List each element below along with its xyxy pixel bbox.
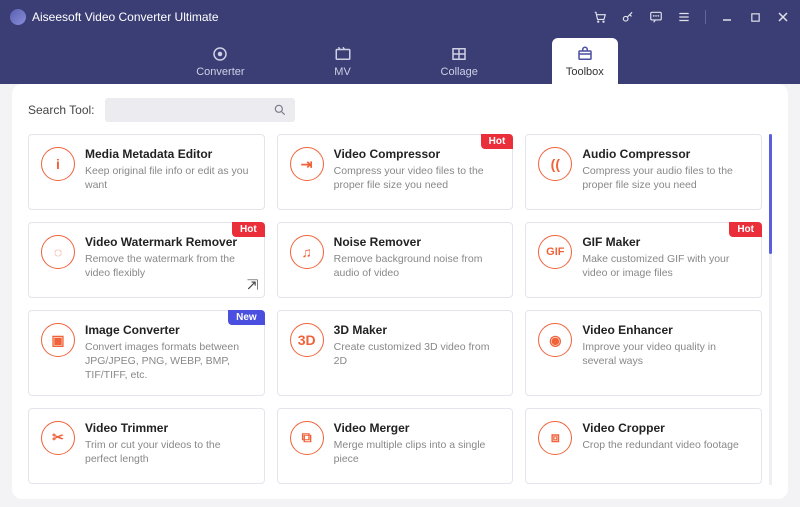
tool-card[interactable]: 3D 3D Maker Create customized 3D video fro… <box>277 310 514 396</box>
tool-icon: ♫ <box>290 235 324 269</box>
tool-desc: Compress your video files to the proper … <box>334 164 501 192</box>
tool-card[interactable]: (( Audio Compressor Compress your audio fi… <box>525 134 762 210</box>
tool-icon: ▣ <box>41 323 75 357</box>
tool-desc: Create customized 3D video from 2D <box>334 340 501 368</box>
tool-title: Video Watermark Remover <box>85 235 252 249</box>
toolbox-icon <box>575 45 595 63</box>
tool-title: Video Cropper <box>582 421 749 435</box>
menu-icon[interactable] <box>677 10 691 24</box>
tool-title: Video Compressor <box>334 147 501 161</box>
tool-title: Audio Compressor <box>582 147 749 161</box>
tool-card[interactable]: New ▣ Image Converter Convert images format… <box>28 310 265 396</box>
tool-icon: (( <box>538 147 572 181</box>
tool-desc: Remove the watermark from the video flex… <box>85 252 252 280</box>
toolbox-panel: Search Tool: i Media Metadata Editor Keep … <box>12 84 788 499</box>
collage-icon <box>449 45 469 63</box>
tool-card[interactable]: ⧉ Video Merger Merge multiple clips into a… <box>277 408 514 484</box>
app-logo: Aiseesoft Video Converter Ultimate <box>10 9 219 25</box>
tool-desc: Improve your video quality in several wa… <box>582 340 749 368</box>
hot-badge: Hot <box>481 134 514 149</box>
tool-desc: Compress your audio files to the proper … <box>582 164 749 192</box>
tool-title: 3D Maker <box>334 323 501 337</box>
tool-card[interactable]: Hot ⇥ Video Compressor Compress your video … <box>277 134 514 210</box>
tool-desc: Convert images formats between JPG/JPEG,… <box>85 340 252 383</box>
scrollbar-thumb[interactable] <box>769 134 772 254</box>
tool-title: Video Trimmer <box>85 421 252 435</box>
close-button[interactable] <box>776 10 790 24</box>
tool-desc: Merge multiple clips into a single piece <box>334 438 501 466</box>
tool-title: Image Converter <box>85 323 252 337</box>
main-nav: Converter MV Collage Toolbox <box>0 34 800 84</box>
search-label: Search Tool: <box>28 103 95 117</box>
tab-label: Toolbox <box>566 66 604 78</box>
tool-grid: i Media Metadata Editor Keep original file… <box>28 134 772 484</box>
tool-icon: ◌ <box>41 235 75 269</box>
tool-card[interactable]: ♫ Noise Remover Remove background noise fr… <box>277 222 514 298</box>
app-logo-icon <box>10 9 26 25</box>
hot-badge: Hot <box>232 222 265 237</box>
tab-label: MV <box>334 66 351 78</box>
app-title: Aiseesoft Video Converter Ultimate <box>32 10 219 24</box>
tool-title: Noise Remover <box>334 235 501 249</box>
key-icon[interactable] <box>621 10 635 24</box>
tool-title: Media Metadata Editor <box>85 147 252 161</box>
cart-icon[interactable] <box>593 10 607 24</box>
tool-icon: ⇥ <box>290 147 324 181</box>
tool-card[interactable]: i Media Metadata Editor Keep original file… <box>28 134 265 210</box>
tool-icon: ◉ <box>538 323 572 357</box>
tool-card[interactable]: Hot ◌ Video Watermark Remover Remove the wa… <box>28 222 265 298</box>
tool-title: GIF Maker <box>582 235 749 249</box>
tool-desc: Trim or cut your videos to the perfect l… <box>85 438 252 466</box>
titlebar-actions <box>593 10 790 24</box>
hot-badge: Hot <box>729 222 762 237</box>
tab-label: Converter <box>196 66 244 78</box>
tool-card[interactable]: Hot GIF GIF Maker Make customized GIF with … <box>525 222 762 298</box>
tab-mv[interactable]: MV <box>319 38 367 84</box>
tab-label: Collage <box>441 66 478 78</box>
tab-converter[interactable]: Converter <box>182 38 258 84</box>
tool-title: Video Enhancer <box>582 323 749 337</box>
tool-card[interactable]: ✂ Video Trimmer Trim or cut your videos to… <box>28 408 265 484</box>
pin-icon[interactable]: ⇱ <box>243 279 260 291</box>
tab-toolbox[interactable]: Toolbox <box>552 38 618 84</box>
new-badge: New <box>228 310 265 325</box>
titlebar: Aiseesoft Video Converter Ultimate <box>0 0 800 34</box>
search-icon <box>273 103 287 117</box>
tool-icon: i <box>41 147 75 181</box>
converter-icon <box>210 45 230 63</box>
tool-icon: GIF <box>538 235 572 269</box>
tool-icon: ⧉ <box>290 421 324 455</box>
mv-icon <box>333 45 353 63</box>
minimize-button[interactable] <box>720 10 734 24</box>
tool-desc: Crop the redundant video footage <box>582 438 749 452</box>
tool-icon: ⧈ <box>538 421 572 455</box>
search-bar: Search Tool: <box>28 98 772 122</box>
tool-desc: Keep original file info or edit as you w… <box>85 164 252 192</box>
tool-title: Video Merger <box>334 421 501 435</box>
tool-desc: Remove background noise from audio of vi… <box>334 252 501 280</box>
tool-card[interactable]: ◉ Video Enhancer Improve your video qualit… <box>525 310 762 396</box>
tab-collage[interactable]: Collage <box>427 38 492 84</box>
search-input[interactable] <box>105 98 295 122</box>
tool-desc: Make customized GIF with your video or i… <box>582 252 749 280</box>
tool-icon: ✂ <box>41 421 75 455</box>
feedback-icon[interactable] <box>649 10 663 24</box>
tool-card[interactable]: ⧈ Video Cropper Crop the redundant video f… <box>525 408 762 484</box>
titlebar-divider <box>705 10 706 24</box>
tool-icon: 3D <box>290 323 324 357</box>
maximize-button[interactable] <box>748 10 762 24</box>
